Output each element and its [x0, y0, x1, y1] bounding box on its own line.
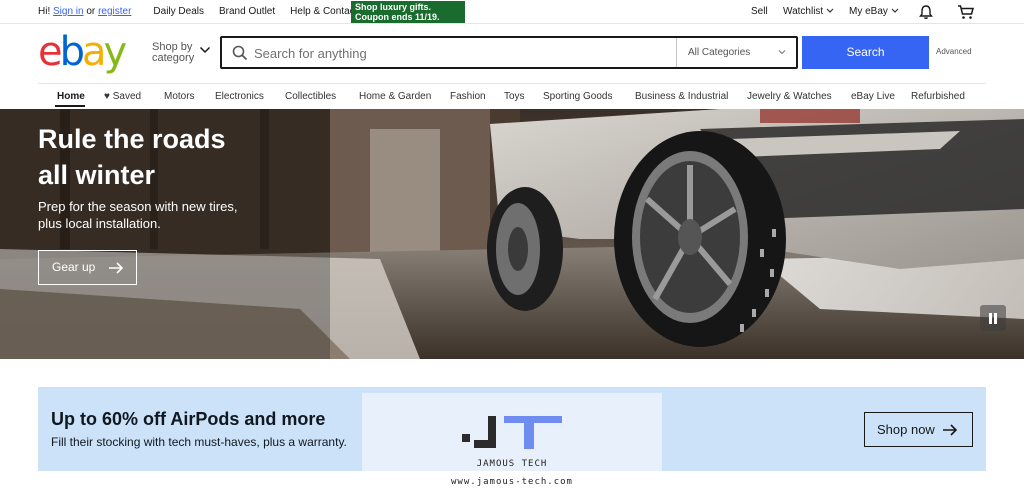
arrow-right-icon	[109, 262, 124, 274]
sign-in-link[interactable]: Sign in	[53, 6, 84, 17]
gear-up-button[interactable]: Gear up	[38, 250, 137, 285]
nav-item-motors[interactable]: Motors	[164, 91, 195, 102]
hero-subtitle: Prep for the season with new tires, plus…	[38, 198, 268, 232]
logo-letter-a: a	[82, 29, 106, 75]
search-divider	[676, 38, 677, 67]
chevron-down-icon	[891, 8, 899, 14]
top-left-links: Hi! Sign in or register Daily Deals Bran…	[38, 6, 357, 17]
register-link[interactable]: register	[98, 6, 131, 17]
my-ebay-label: My eBay	[849, 6, 888, 17]
hero-title-line-2: all winter	[38, 160, 156, 190]
chevron-down-icon	[826, 8, 834, 14]
chevron-down-icon[interactable]	[199, 45, 211, 55]
nav-item-jewelry-watches[interactable]: Jewelry & Watches	[747, 91, 832, 102]
my-ebay-link[interactable]: My eBay	[849, 6, 899, 17]
help-contact-link[interactable]: Help & Contact	[290, 6, 357, 17]
search-bar: All Categories	[220, 36, 798, 69]
nav-item-toys[interactable]: Toys	[504, 91, 525, 102]
nav-item-sporting-goods[interactable]: Sporting Goods	[543, 91, 613, 102]
watchlist-link[interactable]: Watchlist	[783, 6, 834, 17]
banner-title: Up to 60% off AirPods and more	[51, 409, 326, 429]
nav-item-ebay-live[interactable]: eBay Live	[851, 91, 895, 102]
watermark-box: JAMOUS TECH	[362, 393, 662, 471]
advanced-search-link[interactable]: Advanced	[936, 47, 972, 56]
pause-icon	[989, 313, 992, 324]
hero-title: Rule the roads all winter	[38, 121, 298, 193]
logo-letter-e: e	[38, 29, 63, 75]
logo-letter-y: y	[103, 29, 128, 75]
watermark-url: www.jamous-tech.com	[451, 477, 573, 487]
daily-deals-link[interactable]: Daily Deals	[153, 6, 204, 17]
promo-banner-link[interactable]: Shop luxury gifts. Coupon ends 11/19.	[351, 1, 465, 23]
hero-carousel[interactable]: Rule the roads all winter Prep for the s…	[0, 109, 1024, 359]
category-select[interactable]: All Categories	[688, 47, 750, 58]
nav-item-home-garden[interactable]: Home & Garden	[359, 91, 431, 102]
promo-line-1: Shop luxury gifts.	[355, 2, 432, 12]
promo-line-2: Coupon ends 11/19.	[355, 12, 440, 22]
search-button[interactable]: Search	[802, 36, 929, 69]
hero-title-line-1: Rule the roads	[38, 124, 226, 154]
search-icon	[232, 45, 248, 61]
hero-subtitle-line-1: Prep for the season with new tires,	[38, 199, 238, 214]
gear-up-label: Gear up	[52, 260, 96, 274]
nav-divider	[38, 83, 986, 84]
nav-item-collectibles[interactable]: Collectibles	[285, 91, 336, 102]
chevron-down-icon[interactable]	[778, 48, 786, 56]
greeting-text: Hi!	[38, 6, 51, 17]
nav-item-business-industrial[interactable]: Business & Industrial	[635, 91, 728, 102]
pause-icon	[994, 313, 997, 324]
hero-subtitle-line-2: plus local installation.	[38, 216, 161, 231]
ebay-logo[interactable]: ebay	[38, 32, 130, 72]
nav-active-indicator	[55, 105, 85, 107]
nav-item-fashion[interactable]: Fashion	[450, 91, 486, 102]
nav-item-saved[interactable]: ♥ Saved	[104, 91, 141, 102]
watchlist-label: Watchlist	[783, 6, 824, 17]
arrow-right-icon	[943, 424, 958, 436]
search-input[interactable]	[254, 42, 664, 64]
nav-item-electronics[interactable]: Electronics	[215, 91, 264, 102]
watermark-name: JAMOUS TECH	[476, 459, 548, 469]
pause-button[interactable]	[980, 305, 1006, 331]
shop-now-label: Shop now	[877, 422, 935, 437]
shop-by-line-2: category	[152, 52, 195, 64]
sell-link[interactable]: Sell	[751, 6, 768, 17]
logo-letter-b: b	[59, 29, 85, 75]
jamous-tech-logo	[462, 416, 562, 449]
shop-by-category-button[interactable]: Shop by category	[152, 42, 194, 64]
brand-outlet-link[interactable]: Brand Outlet	[219, 6, 275, 17]
nav-item-home[interactable]: Home	[57, 91, 85, 102]
bell-icon[interactable]	[918, 4, 934, 20]
nav-item-refurbished[interactable]: Refurbished	[911, 91, 965, 102]
cart-icon[interactable]	[957, 4, 975, 20]
top-utility-bar: Hi! Sign in or register Daily Deals Bran…	[0, 0, 1024, 24]
banner-subtitle: Fill their stocking with tech must-haves…	[51, 435, 347, 449]
or-text: or	[86, 6, 96, 17]
shop-now-button[interactable]: Shop now	[864, 412, 973, 447]
